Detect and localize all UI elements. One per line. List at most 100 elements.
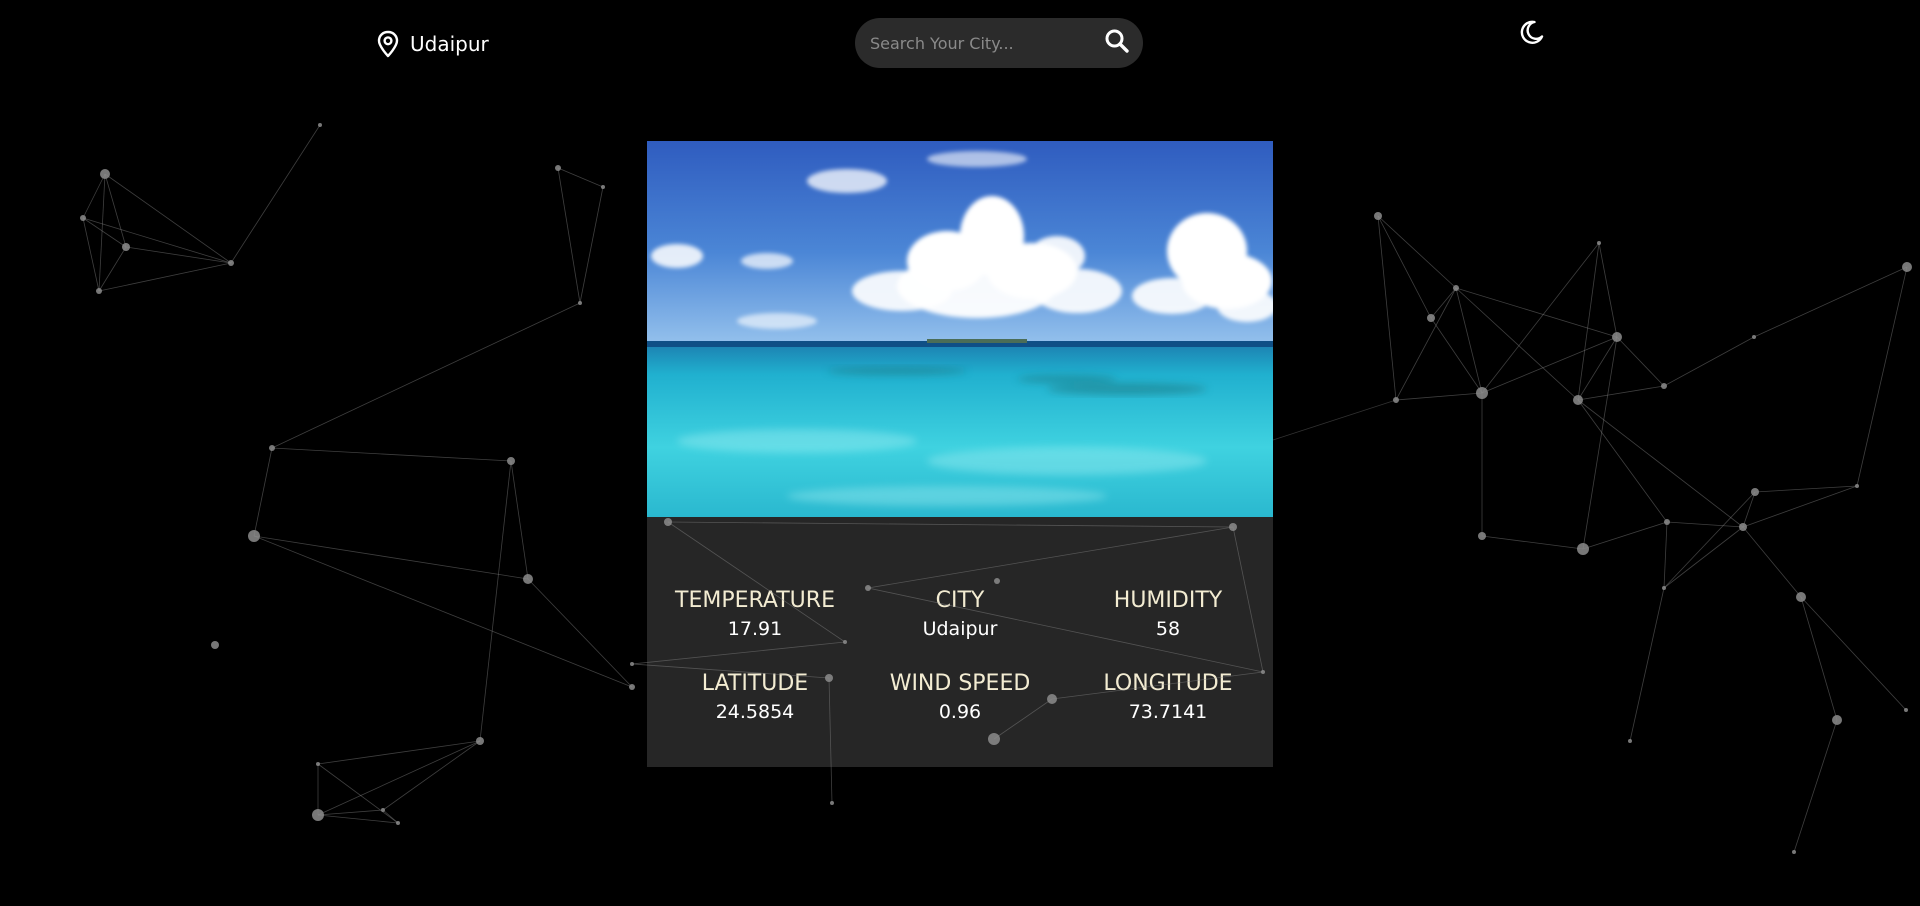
particle-node: [1904, 708, 1908, 712]
city-label: CITY: [935, 588, 985, 613]
search-button[interactable]: [1091, 18, 1143, 68]
particle-link: [1377, 215, 1432, 319]
particle-node: [100, 169, 110, 179]
particle-node: [1478, 532, 1486, 540]
latitude-stat: LATITUDE 24.5854: [651, 670, 859, 724]
particle-link: [1582, 336, 1618, 550]
particle-link: [1800, 596, 1907, 711]
particle-link: [253, 535, 633, 688]
particle-node: [1453, 285, 1459, 291]
magnifier-icon: [1104, 28, 1130, 58]
particle-link: [253, 447, 273, 537]
particle-link: [1455, 287, 1483, 394]
particle-link: [1577, 385, 1665, 401]
particle-node: [1739, 523, 1747, 531]
particle-node: [1752, 335, 1756, 339]
particle-node: [1661, 383, 1667, 389]
current-location[interactable]: Udaipur: [376, 28, 489, 60]
weather-stats: TEMPERATURE 17.91 CITY Udaipur HUMIDITY …: [647, 517, 1273, 767]
particle-link: [1663, 521, 1668, 589]
particle-link: [1577, 336, 1618, 401]
particle-node: [96, 288, 102, 294]
crescent-moon-icon: [1519, 19, 1545, 49]
longitude-label: LONGITUDE: [1103, 671, 1233, 696]
particle-link: [1616, 336, 1665, 387]
particle-link: [1742, 526, 1802, 598]
wind-speed-label: WIND SPEED: [889, 671, 1031, 696]
particle-node: [122, 243, 130, 251]
particle-link: [1663, 526, 1744, 589]
particle-link: [82, 173, 106, 219]
particle-link: [1577, 399, 1668, 523]
particle-node: [1374, 212, 1382, 220]
particle-link: [317, 809, 384, 816]
humidity-label: HUMIDITY: [1113, 588, 1223, 613]
particle-node: [396, 821, 400, 825]
particle-link: [1666, 521, 1744, 528]
particle-node: [1902, 262, 1912, 272]
particle-node: [1792, 850, 1796, 854]
location-label: Udaipur: [410, 32, 489, 56]
particle-node: [80, 215, 86, 221]
particle-link: [1800, 596, 1838, 721]
particle-node: [630, 662, 634, 666]
particle-link: [98, 246, 127, 292]
city-stat: CITY Udaipur: [856, 587, 1064, 641]
particle-link: [557, 167, 604, 188]
particle-link: [1395, 392, 1483, 401]
particle-node: [211, 641, 219, 649]
particle-node: [312, 809, 324, 821]
particle-link: [382, 740, 481, 811]
particle-node: [507, 457, 515, 465]
particle-link: [1455, 287, 1618, 338]
particle-node: [228, 260, 234, 266]
particle-link: [1481, 535, 1584, 550]
particle-node: [601, 185, 605, 189]
particle-node: [555, 165, 561, 171]
particle-link: [1577, 399, 1744, 528]
particle-link: [1430, 317, 1483, 394]
particle-node: [1393, 397, 1399, 403]
wind-speed-stat: WIND SPEED 0.96: [856, 670, 1064, 724]
particle-node: [1628, 739, 1632, 743]
page: Udaipur Search Your City... TEMPERATURE …: [0, 0, 1920, 906]
search-input[interactable]: [855, 18, 1091, 68]
particle-link: [1663, 491, 1756, 589]
particle-link: [125, 246, 232, 264]
temperature-stat: TEMPERATURE 17.91: [651, 587, 859, 641]
particle-link: [1395, 287, 1457, 401]
particle-link: [271, 302, 581, 449]
particle-node: [1664, 519, 1670, 525]
particle-node: [248, 530, 260, 542]
particle-link: [82, 217, 127, 248]
particle-node: [1597, 241, 1601, 245]
particle-node: [1612, 332, 1622, 342]
particle-link: [1598, 242, 1618, 338]
particle-link: [317, 814, 399, 824]
weather-card: TEMPERATURE 17.91 CITY Udaipur HUMIDITY …: [647, 141, 1273, 767]
particle-link: [317, 740, 481, 765]
particle-node: [1796, 592, 1806, 602]
particle-link: [253, 535, 529, 580]
city-value: Udaipur: [922, 618, 998, 640]
particle-link: [1455, 287, 1579, 401]
temperature-value: 17.91: [727, 618, 783, 640]
particle-link: [1856, 266, 1908, 487]
particle-link: [1753, 266, 1908, 338]
particle-link: [1742, 491, 1756, 528]
particle-link: [98, 173, 106, 292]
particle-node: [1662, 586, 1666, 590]
particle-node: [476, 737, 484, 745]
map-pin-icon: [376, 30, 400, 58]
particle-link: [271, 447, 512, 462]
theme-toggle-button[interactable]: [1518, 20, 1546, 48]
particle-node: [318, 123, 322, 127]
temperature-label: TEMPERATURE: [675, 588, 835, 613]
particle-link: [1577, 242, 1600, 401]
particle-node: [629, 684, 635, 690]
particle-link: [1481, 242, 1600, 394]
particle-link: [510, 460, 529, 580]
particle-node: [1476, 387, 1488, 399]
particle-link: [82, 217, 100, 292]
particle-link: [1754, 485, 1858, 493]
